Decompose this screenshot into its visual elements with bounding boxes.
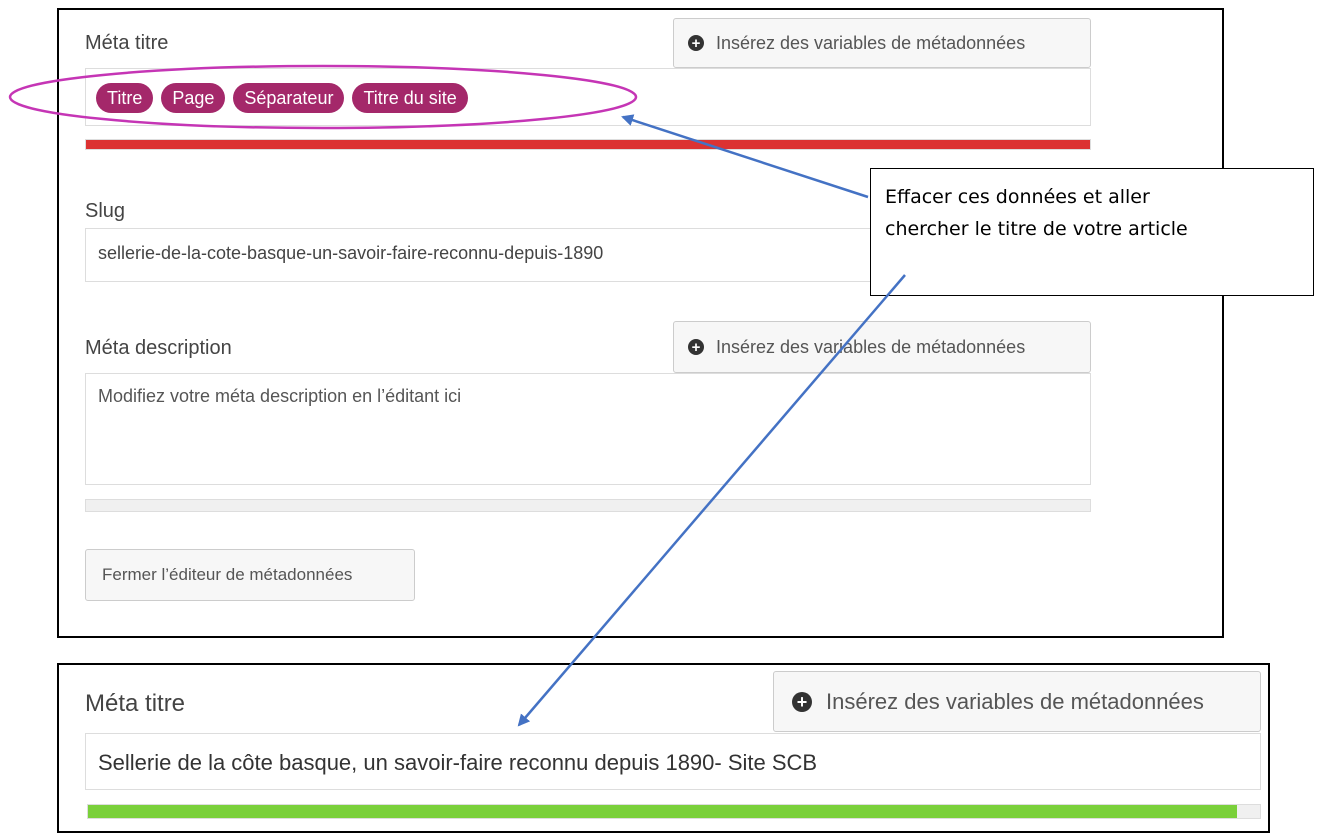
callout-line-1: Effacer ces données et aller [885, 186, 1150, 208]
meta-title-progress-bar [85, 139, 1091, 150]
variable-pill-title[interactable]: Titre [96, 83, 154, 113]
variable-pill-page[interactable]: Page [161, 83, 226, 113]
meta-title-progress-bar-result [87, 804, 1261, 819]
insert-variables-button-result[interactable]: + Insérez des variables de métadonnées [773, 671, 1261, 732]
insert-variables-label: Insérez des variables de métadonnées [716, 336, 1026, 357]
slug-label: Slug [85, 200, 126, 222]
variable-pill-separator[interactable]: Séparateur [233, 83, 345, 113]
meta-title-value: Sellerie de la côte basque, un savoir-fa… [98, 750, 818, 775]
callout-line-2: chercher le titre de votre article [885, 218, 1188, 240]
close-editor-label: Fermer l’éditeur de métadonnées [102, 565, 353, 584]
insert-variables-button-description[interactable]: + Insérez des variables de métadonnées [673, 321, 1091, 373]
plus-circle-icon: + [792, 691, 812, 712]
meta-description-label: Méta description [85, 337, 232, 359]
plus-circle-icon: + [688, 35, 704, 51]
insert-variables-label: Insérez des variables de métadonnées [826, 688, 1204, 714]
close-editor-button[interactable]: Fermer l’éditeur de métadonnées [85, 549, 415, 601]
variable-pill-site-title[interactable]: Titre du site [352, 83, 468, 113]
meta-title-input-result[interactable]: Sellerie de la côte basque, un savoir-fa… [85, 733, 1261, 790]
plus-circle-icon: + [688, 339, 704, 355]
meta-description-progress-bar [85, 499, 1091, 512]
meta-title-progress-fill [86, 140, 1090, 149]
meta-title-progress-fill-result [88, 805, 1237, 818]
meta-title-label-result: Méta titre [85, 690, 186, 717]
slug-value: sellerie-de-la-cote-basque-un-savoir-fai… [98, 243, 604, 263]
meta-title-label: Méta titre [85, 32, 169, 54]
meta-title-input[interactable]: Titre Page Séparateur Titre du site [85, 68, 1091, 126]
insert-variables-button[interactable]: + Insérez des variables de métadonnées [673, 18, 1091, 68]
meta-description-textarea[interactable]: Modifiez votre méta description en l’édi… [85, 373, 1091, 485]
meta-description-placeholder: Modifiez votre méta description en l’édi… [98, 386, 462, 406]
insert-variables-label: Insérez des variables de métadonnées [716, 32, 1026, 53]
instruction-callout: Effacer ces données et aller chercher le… [870, 168, 1314, 296]
